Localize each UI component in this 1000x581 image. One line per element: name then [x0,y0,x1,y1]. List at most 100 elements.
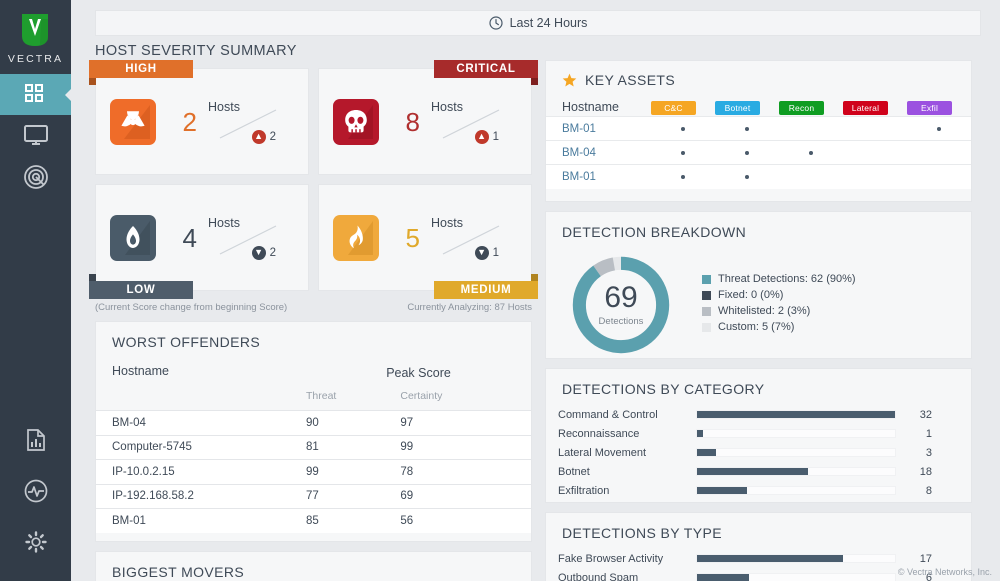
bar-fill [697,555,843,562]
radiation-icon [110,99,156,145]
bar-category-label: Fake Browser Activity [546,553,696,565]
detections-by-category-chart: Command & Control32Reconnaissance1Latera… [546,397,971,510]
bar-track [696,448,896,457]
column-header-hostname: Hostname [546,98,651,117]
severity-host-count: 5 [406,225,420,251]
bar-value: 8 [896,485,944,497]
severity-card-high[interactable]: HIGH 2 [95,68,309,175]
cell-mark-exfil [907,117,971,141]
cell-threat: 99 [306,460,400,485]
table-row[interactable]: BM-01 [546,165,971,189]
bar-category-label: Command & Control [546,409,696,421]
table-row[interactable]: Computer-5745 81 99 [96,435,531,460]
cell-hostname[interactable]: BM-01 [546,165,651,189]
severity-delta: ▲ 1 [475,130,499,144]
sidebar-item-hosts[interactable] [0,115,71,156]
cell-mark-lateral [843,141,907,165]
severity-card-medium[interactable]: MEDIUM 5 Hosts [318,184,532,291]
cell-mark-lateral [843,117,907,141]
sidebar-item-activity[interactable] [24,479,48,508]
cell-hostname[interactable]: BM-04 [546,141,651,165]
cell-mark-cc [651,117,715,141]
table-row[interactable]: BM-01 85 56 [96,509,531,534]
cell-mark-cc [651,165,715,189]
bar-value: 18 [896,466,944,478]
key-assets-title: KEY ASSETS [585,72,675,88]
legend-swatch [702,323,711,332]
badge-lateral[interactable]: Lateral [843,101,888,115]
sidebar-nav [0,74,71,197]
column-header-threat: Threat [306,390,336,402]
column-group-peak-score: Peak Score [386,366,451,380]
bar-fill [697,487,747,494]
column-header-certainty: Certainty [400,390,442,402]
legend-label: Threat Detections: 62 (90%) [718,273,856,285]
donut-center-value: 69 [604,283,637,313]
arrow-down-icon: ▼ [475,246,489,260]
legend-item: Fixed: 0 (0%) [702,289,856,301]
badge-botnet[interactable]: Botnet [715,101,760,115]
cell-mark-exfil [907,141,971,165]
sidebar-item-detections[interactable] [0,156,71,197]
clock-icon [489,16,503,30]
bar-row: Command & Control32 [546,405,971,424]
table-row[interactable]: IP-192.168.58.2 77 69 [96,484,531,509]
severity-host-count: 8 [406,109,420,135]
cell-mark-botnet [715,117,779,141]
severity-host-count: 2 [183,109,197,135]
target-icon [23,164,49,190]
detection-breakdown-legend: Threat Detections: 62 (90%) Fixed: 0 (0%… [702,273,856,337]
severity-ribbon-low: LOW [89,281,193,299]
time-range-label: Last 24 Hours [510,16,588,30]
cell-mark-lateral [843,165,907,189]
cell-hostname[interactable]: IP-192.168.58.2 [96,484,306,509]
arrow-up-icon: ▲ [252,130,266,144]
ribbon-fold [89,78,96,85]
detection-breakdown-panel: DETECTION BREAKDOWN 69 Detections [545,211,972,359]
flame-dark-icon [110,215,156,261]
badge-exfil[interactable]: Exfil [907,101,952,115]
sidebar-item-reports[interactable] [25,428,47,457]
cell-hostname[interactable]: BM-04 [96,411,306,436]
bar-row: Fake Browser Activity17 [546,549,971,568]
cell-mark-recon [779,141,843,165]
cell-hostname[interactable]: BM-01 [96,509,306,534]
severity-card-critical[interactable]: CRITICAL [318,68,532,175]
bar-track [696,573,896,581]
bar-category-label: Outbound Spam [546,572,696,581]
worst-offenders-panel: WORST OFFENDERS Hostname Peak Score Thre… [95,321,532,542]
cell-hostname[interactable]: Computer-5745 [96,435,306,460]
cell-certainty: 78 [400,460,531,485]
cell-certainty: 56 [400,509,531,534]
brand-logo[interactable]: VECTRA [8,0,63,65]
worst-offenders-title: WORST OFFENDERS [96,322,531,350]
sidebar-item-dashboard[interactable] [0,74,71,115]
pulse-icon [24,479,48,503]
bar-track [696,486,896,495]
table-row[interactable]: BM-04 90 97 [96,411,531,436]
table-row[interactable]: BM-01 [546,117,971,141]
grid-icon [24,83,48,107]
cell-hostname[interactable]: IP-10.0.2.15 [96,460,306,485]
legend-swatch [702,291,711,300]
sidebar-item-settings[interactable] [24,530,48,559]
copyright-notice: © Vectra Networks, Inc. [898,567,992,577]
severity-delta-value: 2 [270,131,276,143]
cell-hostname[interactable]: BM-01 [546,117,651,141]
dot-indicator [681,175,685,179]
severity-card-low[interactable]: LOW 4 Hosts [95,184,309,291]
cell-threat: 81 [306,435,400,460]
time-range-selector[interactable]: Last 24 Hours [95,10,981,36]
table-row[interactable]: BM-04 [546,141,971,165]
cell-threat: 85 [306,509,400,534]
biggest-movers-panel: BIGGEST MOVERS Hostname Start Score End … [95,551,532,581]
dot-indicator [745,175,749,179]
cell-mark-botnet [715,165,779,189]
detection-donut-chart: 69 Detections [566,250,676,360]
host-severity-cards: HIGH 2 [95,68,532,291]
badge-cc[interactable]: C&C [651,101,696,115]
severity-ribbon-critical: CRITICAL [434,60,538,78]
badge-recon[interactable]: Recon [779,101,824,115]
table-row[interactable]: IP-10.0.2.15 99 78 [96,460,531,485]
donut-center-label: Detections [599,316,644,327]
